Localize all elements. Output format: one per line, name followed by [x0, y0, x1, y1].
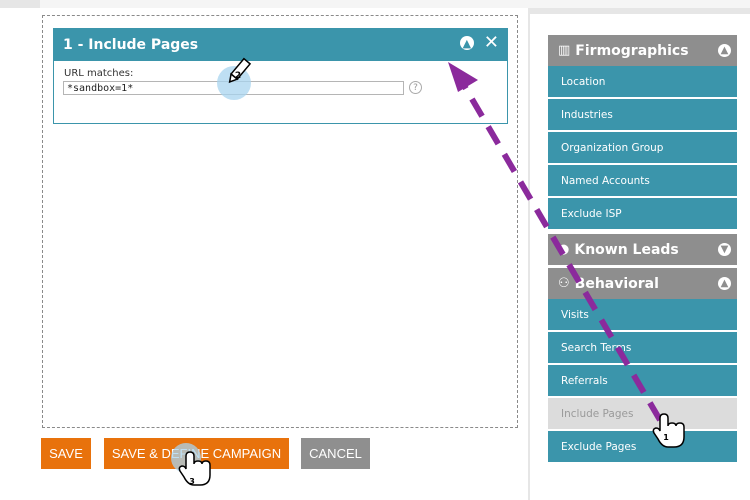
collapse-up-icon[interactable]: ▲	[459, 36, 474, 50]
url-matches-label: URL matches:	[64, 68, 134, 79]
library-item-visits[interactable]: Visits	[548, 299, 737, 332]
library-item-include-pages[interactable]: Include Pages	[548, 398, 737, 431]
library-item-search-terms[interactable]: Search Terms	[548, 332, 737, 365]
library-item-industries[interactable]: Industries	[548, 99, 737, 132]
library-item-named-accounts[interactable]: Named Accounts	[548, 165, 737, 198]
cancel-button[interactable]: CANCEL	[301, 438, 370, 469]
library-item-exclude-pages[interactable]: Exclude Pages	[548, 431, 737, 464]
group-title: Known Leads	[574, 241, 679, 258]
group-header-firmographics[interactable]: ▥ Firmographics ▲	[548, 35, 737, 66]
library-item-referrals[interactable]: Referrals	[548, 365, 737, 398]
group-header-behavioral[interactable]: ⚇ Behavioral ▲	[548, 268, 737, 299]
expand-down-icon[interactable]: ▼	[718, 243, 731, 256]
group-header-known-leads[interactable]: ● Known Leads ▼	[548, 234, 737, 265]
collapse-up-icon[interactable]: ▲	[718, 277, 731, 290]
close-icon[interactable]: ✕	[484, 34, 499, 52]
library-item-exclude-isp[interactable]: Exclude ISP	[548, 198, 737, 231]
top-bar	[40, 0, 750, 8]
person-icon: ●	[558, 242, 570, 257]
library-item-organization-group[interactable]: Organization Group	[548, 132, 737, 165]
filter-library: ▥ Firmographics ▲ Location Industries Or…	[548, 35, 737, 464]
building-icon: ▥	[558, 43, 571, 58]
filter-card-title: 1 - Include Pages	[63, 37, 199, 53]
library-item-location[interactable]: Location	[548, 66, 737, 99]
save-button[interactable]: SAVE	[41, 438, 91, 469]
filter-card-include-pages: 1 - Include Pages ▲ ✕ URL matches: ?	[53, 28, 508, 124]
collapse-up-icon[interactable]: ▲	[718, 44, 731, 57]
group-title: Firmographics	[575, 42, 689, 59]
help-icon[interactable]: ?	[409, 81, 422, 94]
group-title: Behavioral	[574, 275, 659, 292]
url-matches-input[interactable]	[63, 81, 404, 95]
filter-card-header: 1 - Include Pages ▲ ✕	[54, 29, 507, 61]
behavior-icon: ⚇	[558, 276, 570, 291]
save-define-campaign-button[interactable]: SAVE & DEFINE CAMPAIGN	[104, 438, 289, 469]
